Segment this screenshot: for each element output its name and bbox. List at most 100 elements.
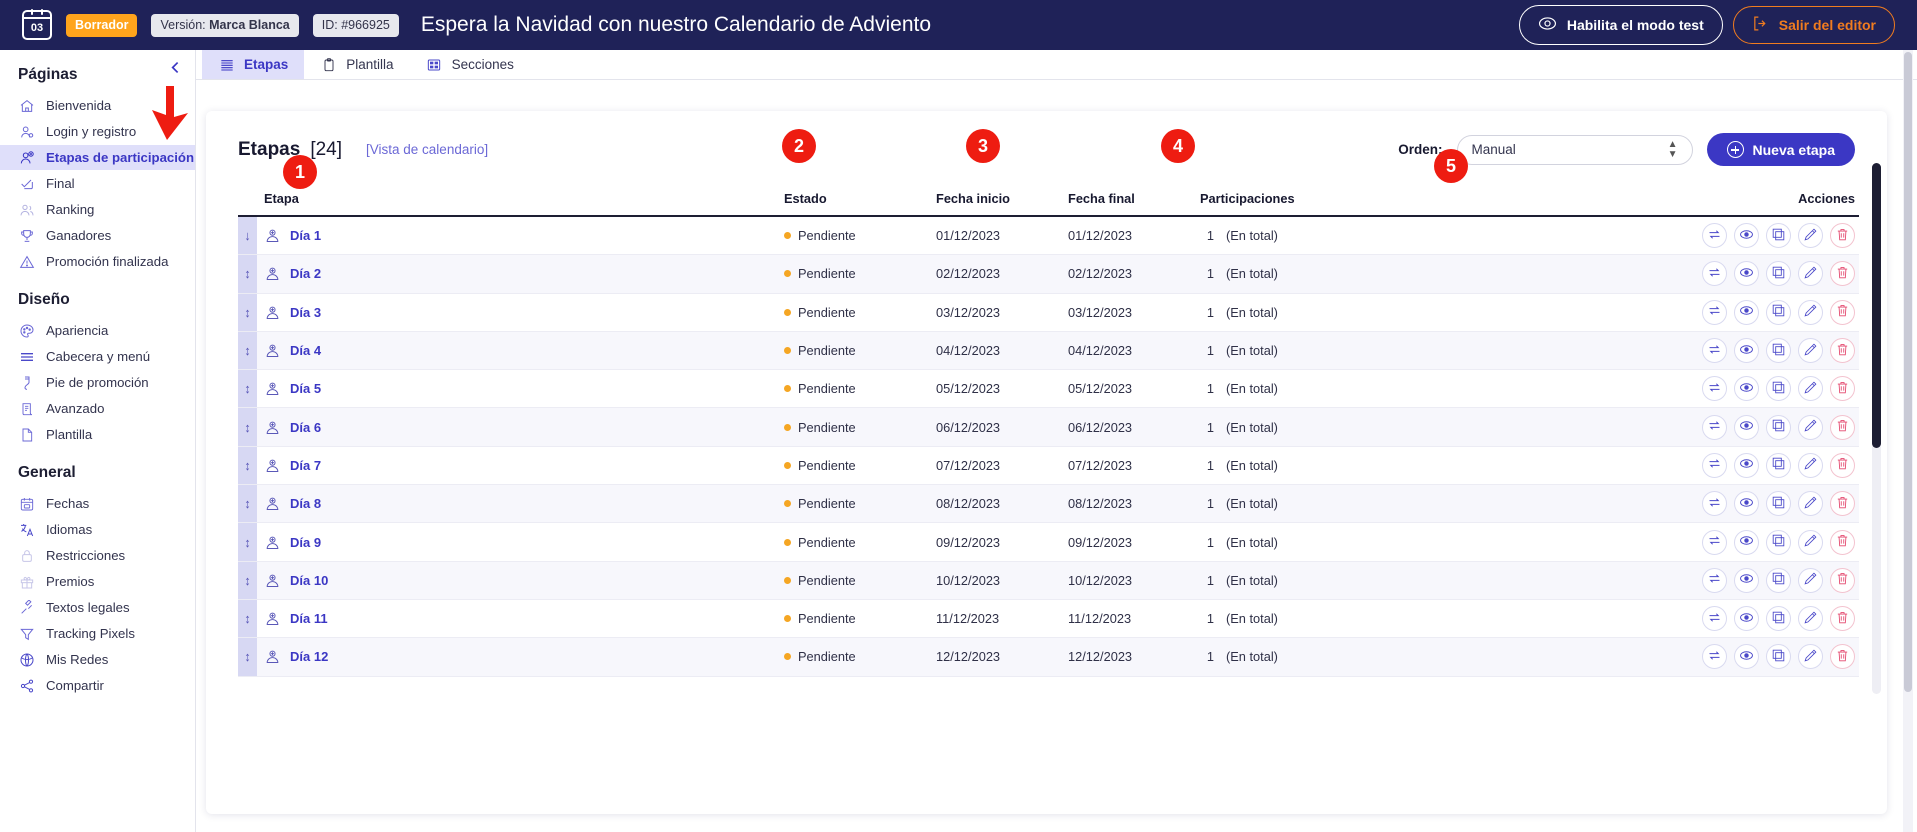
edit-pencil-action-button[interactable] <box>1798 644 1823 669</box>
stage-name-link[interactable]: Día 1 <box>290 228 321 243</box>
drag-handle[interactable]: ↕ <box>238 485 257 522</box>
eye-action-button[interactable] <box>1734 644 1759 669</box>
drag-handle[interactable]: ↕ <box>238 523 257 560</box>
swap-action-button[interactable] <box>1702 568 1727 593</box>
sidebar-item-final[interactable]: Final <box>0 171 195 196</box>
swap-action-button[interactable] <box>1702 606 1727 631</box>
enable-test-mode-button[interactable]: Habilita el modo test <box>1519 5 1723 45</box>
swap-action-button[interactable] <box>1702 453 1727 478</box>
main-vertical-scrollbar-thumb[interactable] <box>1904 52 1912 692</box>
cell-drag-handle[interactable]: ↕ <box>238 523 264 561</box>
trash-action-button[interactable] <box>1830 261 1855 286</box>
swap-action-button[interactable] <box>1702 223 1727 248</box>
sidebar-item-avanzado[interactable]: Avanzado <box>0 396 195 421</box>
tab-secciones[interactable]: Secciones <box>410 50 530 79</box>
stage-name-link[interactable]: Día 3 <box>290 305 321 320</box>
table-row[interactable]: ↕ Día 11 Pendiente 11/12/2023 11/12/2023… <box>238 599 1859 637</box>
trash-action-button[interactable] <box>1830 376 1855 401</box>
duplicate-action-button[interactable] <box>1766 338 1791 363</box>
stage-name-link[interactable]: Día 12 <box>290 649 328 664</box>
duplicate-action-button[interactable] <box>1766 376 1791 401</box>
stage-name-link[interactable]: Día 10 <box>290 573 328 588</box>
drag-handle[interactable]: ↕ <box>238 638 257 675</box>
trash-action-button[interactable] <box>1830 300 1855 325</box>
edit-pencil-action-button[interactable] <box>1798 376 1823 401</box>
cell-drag-handle[interactable]: ↕ <box>238 599 264 637</box>
edit-pencil-action-button[interactable] <box>1798 453 1823 478</box>
duplicate-action-button[interactable] <box>1766 568 1791 593</box>
sidebar-item-textos-legales[interactable]: Textos legales <box>0 595 195 620</box>
swap-action-button[interactable] <box>1702 415 1727 440</box>
duplicate-action-button[interactable] <box>1766 530 1791 555</box>
table-row[interactable]: ↕ Día 12 Pendiente 12/12/2023 12/12/2023… <box>238 638 1859 676</box>
swap-action-button[interactable] <box>1702 491 1727 516</box>
sidebar-collapse-button[interactable] <box>165 57 185 77</box>
sidebar-item-premios[interactable]: Premios <box>0 569 195 594</box>
stage-name-link[interactable]: Día 8 <box>290 496 321 511</box>
stage-name-link[interactable]: Día 11 <box>290 611 328 626</box>
stage-name-link[interactable]: Día 9 <box>290 535 321 550</box>
trash-action-button[interactable] <box>1830 644 1855 669</box>
stage-name-link[interactable]: Día 4 <box>290 343 321 358</box>
drag-handle[interactable]: ↕ <box>238 600 257 637</box>
table-row[interactable]: ↓ Día 1 Pendiente 01/12/2023 01/12/2023 … <box>238 216 1859 255</box>
stage-name-link[interactable]: Día 2 <box>290 266 321 281</box>
table-row[interactable]: ↕ Día 9 Pendiente 09/12/2023 09/12/2023 … <box>238 523 1859 561</box>
tab-etapas[interactable]: Etapas <box>202 50 304 79</box>
table-row[interactable]: ↕ Día 3 Pendiente 03/12/2023 03/12/2023 … <box>238 293 1859 331</box>
cell-drag-handle[interactable]: ↕ <box>238 485 264 523</box>
stage-name-link[interactable]: Día 5 <box>290 381 321 396</box>
new-stage-button[interactable]: Nueva etapa <box>1707 133 1855 166</box>
cell-drag-handle[interactable]: ↕ <box>238 638 264 676</box>
drag-handle[interactable]: ↕ <box>238 370 257 407</box>
sidebar-item-cabecera-y-menu[interactable]: Cabecera y menú <box>0 344 195 369</box>
tab-plantilla[interactable]: Plantilla <box>304 50 409 79</box>
trash-action-button[interactable] <box>1830 491 1855 516</box>
sidebar-item-login-y-registro[interactable]: Login y registro <box>0 119 195 144</box>
cell-drag-handle[interactable]: ↕ <box>238 561 264 599</box>
trash-action-button[interactable] <box>1830 568 1855 593</box>
sidebar-item-compartir[interactable]: Compartir <box>0 673 195 698</box>
edit-pencil-action-button[interactable] <box>1798 300 1823 325</box>
sidebar-item-ranking[interactable]: Ranking <box>0 197 195 222</box>
drag-handle[interactable]: ↕ <box>238 408 257 445</box>
main-vertical-scrollbar-track[interactable] <box>1903 50 1913 832</box>
trash-action-button[interactable] <box>1830 530 1855 555</box>
table-row[interactable]: ↕ Día 8 Pendiente 08/12/2023 08/12/2023 … <box>238 485 1859 523</box>
table-vertical-scrollbar-thumb[interactable] <box>1872 163 1881 448</box>
swap-action-button[interactable] <box>1702 530 1727 555</box>
duplicate-action-button[interactable] <box>1766 415 1791 440</box>
cell-drag-handle[interactable]: ↕ <box>238 370 264 408</box>
eye-action-button[interactable] <box>1734 300 1759 325</box>
sidebar-item-ganadores[interactable]: Ganadores <box>0 223 195 248</box>
eye-action-button[interactable] <box>1734 568 1759 593</box>
edit-pencil-action-button[interactable] <box>1798 338 1823 363</box>
calendar-view-link[interactable]: [Vista de calendario] <box>366 142 488 157</box>
trash-action-button[interactable] <box>1830 338 1855 363</box>
sidebar-item-mis-redes[interactable]: Mis Redes <box>0 647 195 672</box>
edit-pencil-action-button[interactable] <box>1798 223 1823 248</box>
sidebar-item-apariencia[interactable]: Apariencia <box>0 318 195 343</box>
swap-action-button[interactable] <box>1702 644 1727 669</box>
sidebar-item-etapas-de-participacion[interactable]: Etapas de participación <box>0 145 195 170</box>
eye-action-button[interactable] <box>1734 530 1759 555</box>
duplicate-action-button[interactable] <box>1766 491 1791 516</box>
eye-action-button[interactable] <box>1734 491 1759 516</box>
swap-action-button[interactable] <box>1702 300 1727 325</box>
duplicate-action-button[interactable] <box>1766 453 1791 478</box>
sidebar-item-tracking-pixels[interactable]: Tracking Pixels <box>0 621 195 646</box>
order-select[interactable]: Manual ▲▼ <box>1457 135 1693 165</box>
cell-drag-handle[interactable]: ↕ <box>238 408 264 446</box>
edit-pencil-action-button[interactable] <box>1798 606 1823 631</box>
edit-pencil-action-button[interactable] <box>1798 491 1823 516</box>
swap-action-button[interactable] <box>1702 338 1727 363</box>
trash-action-button[interactable] <box>1830 453 1855 478</box>
sidebar-item-fechas[interactable]: Fechas <box>0 491 195 516</box>
sidebar-item-idiomas[interactable]: Idiomas <box>0 517 195 542</box>
eye-action-button[interactable] <box>1734 338 1759 363</box>
eye-action-button[interactable] <box>1734 606 1759 631</box>
cell-drag-handle[interactable]: ↕ <box>238 331 264 369</box>
edit-pencil-action-button[interactable] <box>1798 261 1823 286</box>
eye-action-button[interactable] <box>1734 453 1759 478</box>
sidebar-item-plantilla[interactable]: Plantilla <box>0 422 195 447</box>
